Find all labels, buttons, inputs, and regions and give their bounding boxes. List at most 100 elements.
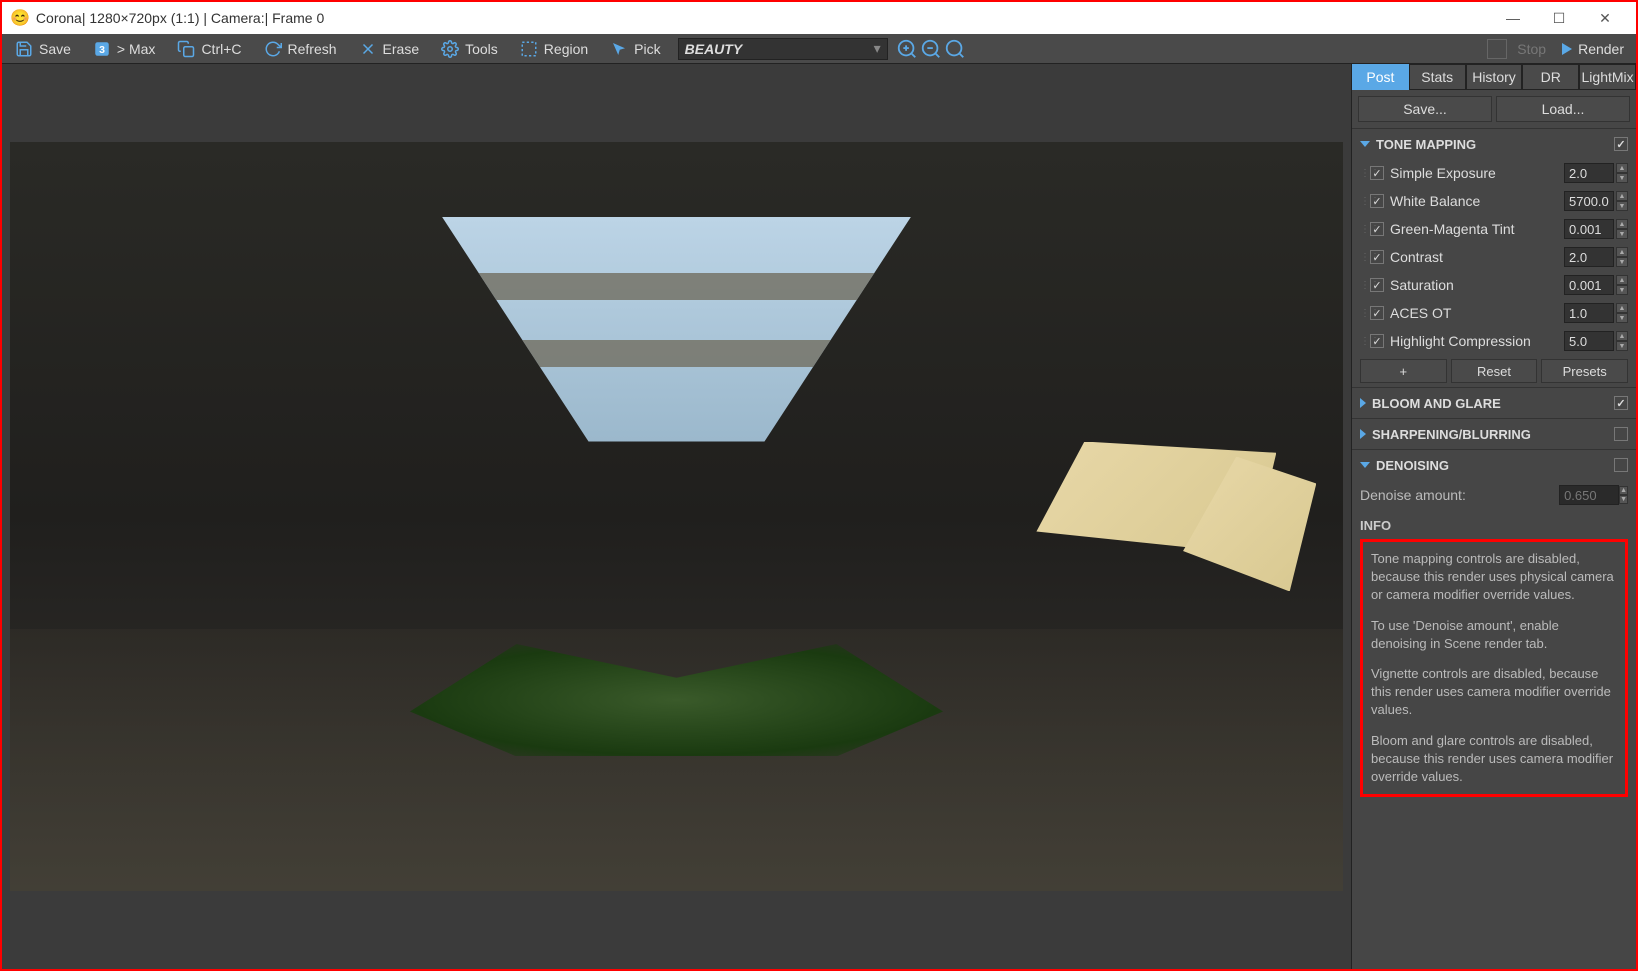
param-checkbox[interactable]: ✓ [1370,250,1384,264]
param-label: White Balance [1390,193,1564,209]
toolbar: Save 3 > Max Ctrl+C Refresh Erase Tools … [2,34,1636,64]
drag-handle-icon[interactable]: ⋮⋮ [1360,196,1366,207]
save-button[interactable]: Save [6,36,80,62]
max-button[interactable]: 3 > Max [84,36,165,62]
panel-load-button[interactable]: Load... [1496,96,1630,122]
save-label: Save [39,41,71,57]
tone-param-row: ⋮⋮✓Contrast2.0▲▼ [1352,243,1636,271]
param-spinner[interactable]: ▲▼ [1616,303,1628,323]
drag-handle-icon[interactable]: ⋮⋮ [1360,336,1366,347]
param-checkbox[interactable]: ✓ [1370,222,1384,236]
param-spinner[interactable]: ▲▼ [1616,275,1628,295]
titlebar: 😊 Corona| 1280×720px (1:1) | Camera:| Fr… [2,2,1636,34]
bloom-checkbox[interactable]: ✓ [1614,396,1628,410]
param-value[interactable]: 0.001 [1564,219,1614,239]
pick-button[interactable]: Pick [601,36,669,62]
param-spinner[interactable]: ▲▼ [1616,331,1628,351]
info-section: INFO Tone mapping controls are disabled,… [1352,510,1636,805]
zoom-out-icon[interactable] [920,38,942,60]
sharpening-checkbox[interactable] [1614,427,1628,441]
denoising-title: DENOISING [1376,458,1449,473]
info-text-1: Tone mapping controls are disabled, beca… [1371,550,1617,605]
maximize-button[interactable]: ☐ [1536,2,1582,34]
chevron-down-icon [1360,141,1370,147]
ctrlc-button[interactable]: Ctrl+C [168,36,250,62]
render-pass-dropdown[interactable]: BEAUTY ▾ [678,38,888,60]
param-value[interactable]: 0.001 [1564,275,1614,295]
render-pass-value: BEAUTY [685,41,743,57]
chevron-right-icon [1360,398,1366,408]
ctrlc-label: Ctrl+C [201,41,241,57]
side-panel: Post Stats History DR LightMix Save... L… [1351,64,1636,969]
stop-indicator [1487,39,1507,59]
copy-icon [177,40,195,58]
bloom-title: BLOOM AND GLARE [1372,396,1501,411]
tone-add-button[interactable]: + [1360,359,1447,383]
info-text-3: Vignette controls are disabled, because … [1371,665,1617,720]
tab-history[interactable]: History [1466,64,1523,90]
tab-lightmix[interactable]: LightMix [1579,64,1636,90]
tone-buttons-row: + Reset Presets [1352,355,1636,387]
tab-dr[interactable]: DR [1522,64,1579,90]
param-checkbox[interactable]: ✓ [1370,194,1384,208]
tab-post[interactable]: Post [1352,64,1409,90]
minimize-button[interactable]: — [1490,2,1536,34]
denoising-header[interactable]: DENOISING [1352,450,1636,480]
tools-label: Tools [465,41,498,57]
denoising-checkbox[interactable] [1614,458,1628,472]
tone-param-row: ⋮⋮ ✓ Simple Exposure2.0▲▼ [1352,159,1636,187]
tone-param-row: ⋮⋮✓Highlight Compression5.0▲▼ [1352,327,1636,355]
param-spinner[interactable]: ▲▼ [1616,163,1628,183]
region-icon [520,40,538,58]
denoising-section: DENOISING Denoise amount: 0.650 ▲▼ [1352,449,1636,510]
tone-mapping-header[interactable]: TONE MAPPING ✓ [1352,129,1636,159]
region-button[interactable]: Region [511,36,597,62]
param-checkbox[interactable]: ✓ [1370,278,1384,292]
panel-save-button[interactable]: Save... [1358,96,1492,122]
drag-handle-icon[interactable]: ⋮⋮ [1360,224,1366,235]
tools-button[interactable]: Tools [432,36,507,62]
viewport[interactable] [2,64,1351,969]
bloom-header[interactable]: BLOOM AND GLARE ✓ [1352,388,1636,418]
param-value[interactable]: 2.0 [1564,247,1614,267]
param-label: Saturation [1390,277,1564,293]
param-value[interactable]: 5.0 [1564,331,1614,351]
tone-reset-button[interactable]: Reset [1451,359,1538,383]
sharpening-header[interactable]: SHARPENING/BLURRING [1352,419,1636,449]
drag-handle-icon[interactable]: ⋮⋮ [1360,168,1366,179]
zoom-in-icon[interactable] [896,38,918,60]
drag-handle-icon[interactable]: ⋮⋮ [1360,308,1366,319]
panel-tabs: Post Stats History DR LightMix [1352,64,1636,90]
param-spinner[interactable]: ▲▼ [1616,219,1628,239]
chevron-down-icon [1360,462,1370,468]
svg-text:3: 3 [99,43,105,55]
play-icon [1562,43,1572,55]
drag-handle-icon[interactable]: ⋮⋮ [1360,280,1366,291]
tab-stats[interactable]: Stats [1409,64,1466,90]
param-checkbox[interactable]: ✓ [1370,334,1384,348]
save-load-row: Save... Load... [1352,90,1636,128]
param-value[interactable]: 2.0 [1564,163,1614,183]
close-button[interactable]: ✕ [1582,2,1628,34]
erase-button[interactable]: Erase [350,36,429,62]
denoise-spinner[interactable]: ▲▼ [1619,486,1628,504]
param-spinner[interactable]: ▲▼ [1616,247,1628,267]
param-spinner[interactable]: ▲▼ [1616,191,1628,211]
refresh-button[interactable]: Refresh [255,36,346,62]
app-icon: 😊 [10,8,30,28]
max-label: > Max [117,41,156,57]
param-checkbox[interactable]: ✓ [1370,306,1384,320]
refresh-label: Refresh [288,41,337,57]
zoom-fit-icon[interactable] [944,38,966,60]
denoise-value[interactable]: 0.650 [1559,485,1619,505]
tone-presets-button[interactable]: Presets [1541,359,1628,383]
param-value[interactable]: 5700.0 [1564,191,1614,211]
zoom-group [896,38,966,60]
render-button[interactable]: Render [1554,36,1632,62]
bloom-section: BLOOM AND GLARE ✓ [1352,387,1636,418]
param-value[interactable]: 1.0 [1564,303,1614,323]
drag-handle-icon[interactable]: ⋮⋮ [1360,252,1366,263]
param-checkbox[interactable]: ✓ [1370,166,1384,180]
tone-mapping-checkbox[interactable]: ✓ [1614,137,1628,151]
param-label: Simple Exposure [1390,165,1564,181]
